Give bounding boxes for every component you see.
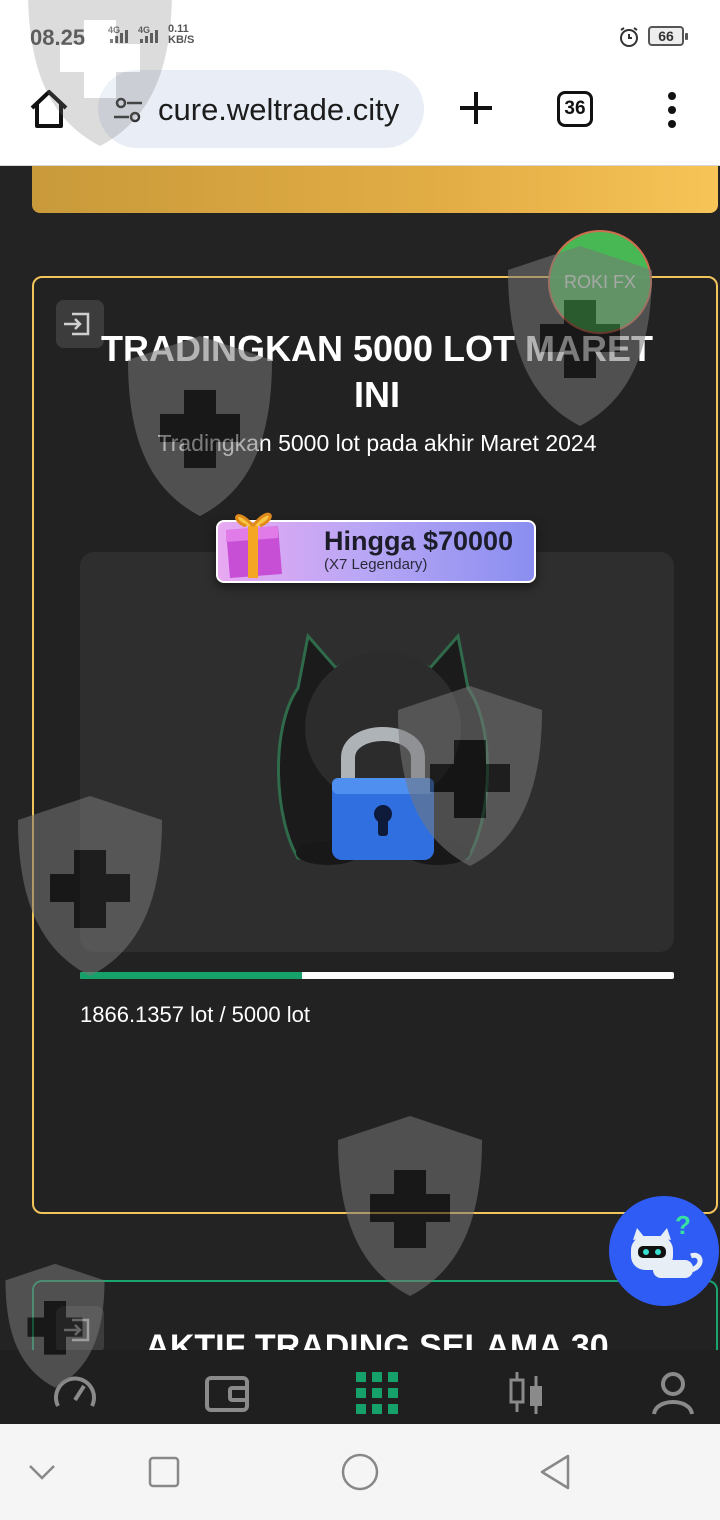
reward-value: Hingga $70000 bbox=[324, 526, 514, 556]
tab-switcher-button[interactable]: 36 bbox=[557, 91, 593, 127]
gift-icon bbox=[226, 512, 282, 578]
challenge-subtitle: Tradingkan 5000 lot pada akhir Maret 202… bbox=[157, 430, 597, 456]
back-icon[interactable] bbox=[536, 1452, 576, 1492]
challenge-title: TRADINGKAN 5000 LOT MARET INI bbox=[100, 328, 654, 415]
previous-card-footer bbox=[32, 166, 718, 213]
chevron-down-icon[interactable] bbox=[22, 1452, 62, 1492]
progress-text: 1866.1357 lot / 5000 lot bbox=[80, 1002, 310, 1027]
url-text[interactable]: cure.weltrade.city bbox=[158, 92, 399, 128]
signal-icon bbox=[140, 30, 158, 43]
svg-text:?: ? bbox=[675, 1210, 691, 1240]
progress-bar bbox=[80, 972, 674, 979]
grid-icon[interactable] bbox=[354, 1370, 400, 1416]
address-bar[interactable]: cure.weltrade.city bbox=[98, 70, 424, 148]
more-menu-icon[interactable] bbox=[660, 90, 684, 130]
status-bar: 08.25 4G 4G 0.11 KB/S 66 bbox=[0, 0, 720, 70]
browser-chrome: 08.25 4G 4G 0.11 KB/S 66 cure.weltrade.c… bbox=[0, 0, 720, 166]
watermark-badge: ROKI FX bbox=[548, 230, 652, 334]
profile-icon[interactable] bbox=[650, 1370, 696, 1416]
bottom-nav bbox=[0, 1350, 720, 1424]
speedometer-icon[interactable] bbox=[52, 1370, 98, 1416]
system-nav-bar bbox=[0, 1424, 720, 1520]
site-settings-icon[interactable] bbox=[112, 96, 144, 124]
net-speed: 0.11 KB/S bbox=[168, 23, 195, 46]
status-time: 08.25 bbox=[30, 25, 86, 50]
support-chat-button[interactable]: ? bbox=[609, 1196, 719, 1306]
challenge-card: TRADINGKAN 5000 LOT MARET INI Tradingkan… bbox=[32, 276, 718, 1214]
battery-indicator: 66 bbox=[648, 26, 688, 46]
signal-icon bbox=[110, 30, 128, 43]
home-circle-icon[interactable] bbox=[340, 1452, 380, 1492]
home-icon[interactable] bbox=[26, 86, 72, 132]
wallet-icon[interactable] bbox=[204, 1370, 250, 1416]
alarm-icon bbox=[620, 27, 638, 47]
progress-fill bbox=[80, 972, 302, 979]
robot-cat-icon: ? bbox=[631, 1210, 703, 1278]
locked-avatar-icon bbox=[277, 632, 489, 865]
reward-tier: (X7 Legendary) bbox=[324, 556, 428, 573]
recents-icon[interactable] bbox=[144, 1452, 184, 1492]
candles-icon[interactable] bbox=[504, 1370, 550, 1416]
new-tab-icon[interactable] bbox=[456, 86, 496, 130]
